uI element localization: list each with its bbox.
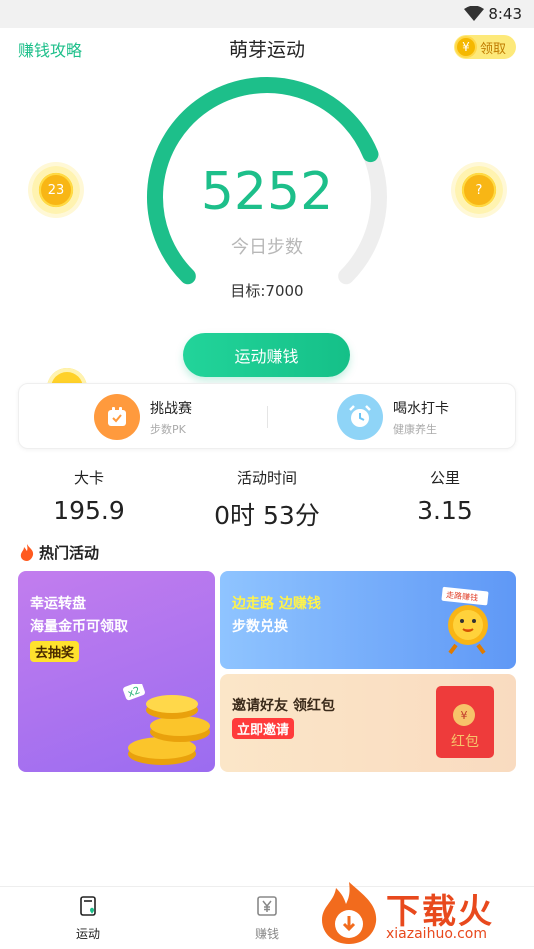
feature-challenge[interactable]: 挑战赛 步数PK: [94, 394, 192, 440]
stat-value: 195.9: [53, 496, 125, 525]
card-title: 邀请好友 领红包: [232, 698, 335, 714]
feature-card: 挑战赛 步数PK 喝水打卡 健康养生: [18, 383, 516, 449]
stat-calories: 大卡 195.9: [0, 467, 178, 525]
envelope-seal: ¥: [453, 704, 475, 726]
card-subtitle: 步数兑换: [232, 619, 288, 635]
yen-icon: [257, 896, 277, 916]
invite-button[interactable]: 立即邀请: [232, 718, 295, 739]
alarm-clock-icon: [337, 394, 383, 440]
card-title: 幸运转盘: [30, 596, 86, 612]
nav-item-earn[interactable]: 赚钱: [237, 895, 297, 942]
flame-icon: [20, 544, 34, 561]
divider: [267, 406, 268, 428]
wifi-icon: [464, 6, 484, 21]
nav-label: 运动: [75, 927, 100, 941]
section-title: 热门活动: [39, 544, 100, 562]
nav-label: 赚钱: [254, 927, 279, 941]
calendar-check-icon: [94, 394, 140, 440]
envelope-text: 红包: [451, 734, 479, 750]
floating-coin-left[interactable]: 23: [32, 166, 80, 214]
nav-item-sport[interactable]: 运动: [58, 895, 118, 942]
feature-water[interactable]: 喝水打卡 健康养生: [337, 394, 449, 440]
stat-label: 活动时间: [236, 469, 297, 487]
exercise-earn-button[interactable]: 运动赚钱: [183, 333, 350, 377]
lucky-wheel-card[interactable]: 幸运转盘 海量金币可领取 去抽奖 x2: [18, 571, 215, 772]
card-title: 边走路 边赚钱: [232, 596, 321, 612]
status-time: 8:43: [488, 5, 522, 23]
stat-value: 0时 53分: [214, 501, 320, 530]
watermark-logo-icon: [322, 882, 377, 944]
feature-subtitle: 健康养生: [393, 422, 437, 436]
app-screen: 8:43 赚钱攻略 萌芽运动 ¥ 领取 5252 今日步数 目标:7000 23…: [0, 0, 534, 949]
hot-activities-heading: 热门活动: [20, 542, 99, 563]
coin-value: 23: [39, 173, 73, 207]
floating-coin-right[interactable]: ?: [455, 166, 503, 214]
feature-title: 挑战赛: [150, 400, 192, 417]
stat-active-time: 活动时间 0时 53分: [178, 467, 356, 532]
stat-label: 大卡: [73, 469, 104, 487]
step-goal: 目标:7000: [230, 282, 304, 300]
feature-title: 喝水打卡: [393, 400, 449, 417]
coin-value: ?: [462, 173, 496, 207]
step-count: 5252: [200, 162, 334, 222]
status-bar: 8:43: [0, 0, 534, 28]
watermark-url: xiazaihuo.com: [386, 926, 487, 942]
sport-icon: [80, 896, 96, 916]
draw-button[interactable]: 去抽奖: [30, 641, 80, 662]
stat-label: 公里: [429, 469, 460, 487]
watermark: 下载火 xiazaihuo.com: [314, 878, 534, 949]
step-count-label: 今日步数: [231, 237, 303, 258]
red-envelope-icon: ¥ 红包: [436, 686, 494, 758]
stat-distance: 公里 3.15: [356, 467, 534, 525]
stat-value: 3.15: [417, 496, 473, 525]
card-subtitle: 海量金币可领取: [30, 619, 128, 635]
coin-icon: ¥: [455, 36, 477, 58]
feature-subtitle: 步数PK: [150, 422, 186, 436]
claim-label: 领取: [480, 41, 507, 57]
claim-button[interactable]: ¥ 领取: [454, 35, 516, 59]
invite-friends-card[interactable]: 邀请好友 领红包 立即邀请 ¥ 红包: [220, 674, 516, 772]
walk-earn-card[interactable]: 边走路 边赚钱 步数兑换 走路赚钱: [220, 571, 516, 669]
